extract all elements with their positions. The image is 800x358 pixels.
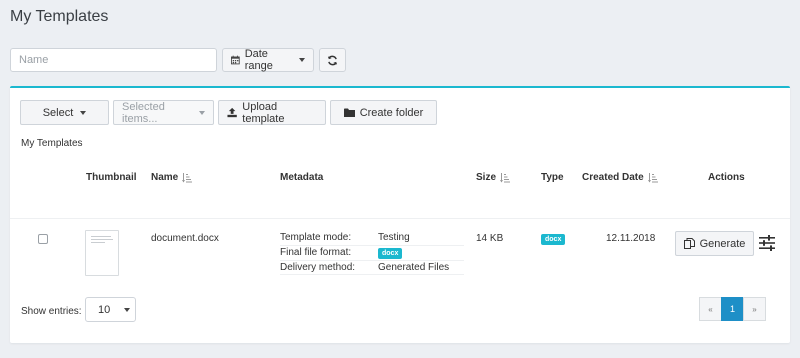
metadata-table: Template mode: Testing Final file format…: [280, 231, 464, 275]
date-range-button[interactable]: Date range: [222, 48, 314, 72]
metadata-key: Delivery method:: [280, 260, 378, 275]
chevron-down-icon: [80, 110, 87, 115]
chevron-down-icon: [124, 308, 130, 312]
metadata-key: Final file format:: [280, 245, 378, 261]
header-actions-label: Actions: [708, 172, 745, 183]
row-created-date: 12.11.2018: [606, 233, 656, 244]
templates-card: Select Selected items... Upload template…: [10, 86, 790, 343]
page-title: My Templates: [10, 8, 109, 25]
format-badge: docx: [378, 247, 403, 259]
header-thumbnail-label: Thumbnail: [86, 172, 137, 183]
entries-value: 10: [98, 303, 111, 316]
create-folder-button[interactable]: Create folder: [330, 100, 437, 125]
sort-icon: [647, 172, 658, 182]
sort-icon: [500, 172, 511, 182]
row-type: docx: [541, 233, 566, 245]
upload-template-button[interactable]: Upload template: [218, 100, 326, 125]
calendar-icon: [231, 55, 240, 65]
type-badge: docx: [541, 234, 566, 245]
pagination-next[interactable]: »: [743, 297, 766, 321]
sliders-icon[interactable]: [759, 235, 775, 251]
generate-label: Generate: [699, 237, 746, 250]
row-name[interactable]: document.docx: [151, 233, 219, 244]
section-label: My Templates: [21, 138, 83, 149]
show-entries-label: Show entries:: [21, 306, 82, 317]
header-metadata: Metadata: [280, 172, 323, 183]
row-size: 14 KB: [476, 233, 504, 244]
create-folder-label: Create folder: [359, 106, 424, 119]
header-actions: Actions: [708, 172, 745, 183]
sort-icon: [182, 172, 193, 182]
name-filter-input[interactable]: [10, 48, 217, 72]
entries-select[interactable]: 10: [85, 297, 136, 322]
header-created-date-label: Created Date: [582, 172, 644, 183]
header-metadata-label: Metadata: [280, 172, 324, 183]
select-dropdown-button[interactable]: Select: [20, 100, 109, 125]
chevron-down-icon: [299, 58, 305, 62]
row-divider: [10, 218, 790, 219]
pagination-prev[interactable]: «: [699, 297, 722, 321]
pagination: « 1 »: [699, 297, 766, 321]
document-thumbnail[interactable]: [85, 230, 119, 276]
filter-bar: Date range: [10, 48, 346, 72]
refresh-icon: [327, 55, 338, 65]
header-type: Type: [541, 172, 564, 183]
header-thumbnail: Thumbnail: [86, 172, 137, 183]
pagination-page-current[interactable]: 1: [721, 297, 744, 321]
copy-icon: [683, 238, 695, 249]
metadata-value: docx: [378, 245, 464, 261]
metadata-value: Testing: [378, 231, 464, 246]
select-label: Select: [42, 106, 74, 119]
header-size[interactable]: Size: [476, 172, 511, 183]
header-name[interactable]: Name: [151, 172, 193, 183]
metadata-row: Final file format: docx: [280, 245, 464, 261]
row-checkbox[interactable]: [38, 234, 48, 244]
refresh-button[interactable]: [319, 48, 346, 72]
folder-icon: [343, 108, 355, 117]
upload-icon: [227, 107, 237, 118]
metadata-key: Template mode:: [280, 231, 378, 246]
header-type-label: Type: [541, 172, 564, 183]
generate-button[interactable]: Generate: [675, 231, 754, 256]
templates-toolbar: Select Selected items... Upload template…: [20, 100, 437, 125]
selected-items-dropdown[interactable]: Selected items...: [113, 100, 214, 125]
header-size-label: Size: [476, 172, 497, 183]
metadata-row: Template mode: Testing: [280, 231, 464, 246]
upload-template-label: Upload template: [242, 100, 285, 125]
chevron-down-icon: [199, 110, 205, 115]
selected-items-label: Selected items...: [122, 100, 165, 125]
date-range-label: Date range: [244, 48, 273, 72]
metadata-value: Generated Files: [378, 260, 464, 275]
header-name-label: Name: [151, 172, 179, 183]
metadata-row: Delivery method: Generated Files: [280, 260, 464, 275]
header-created-date[interactable]: Created Date: [582, 172, 658, 183]
